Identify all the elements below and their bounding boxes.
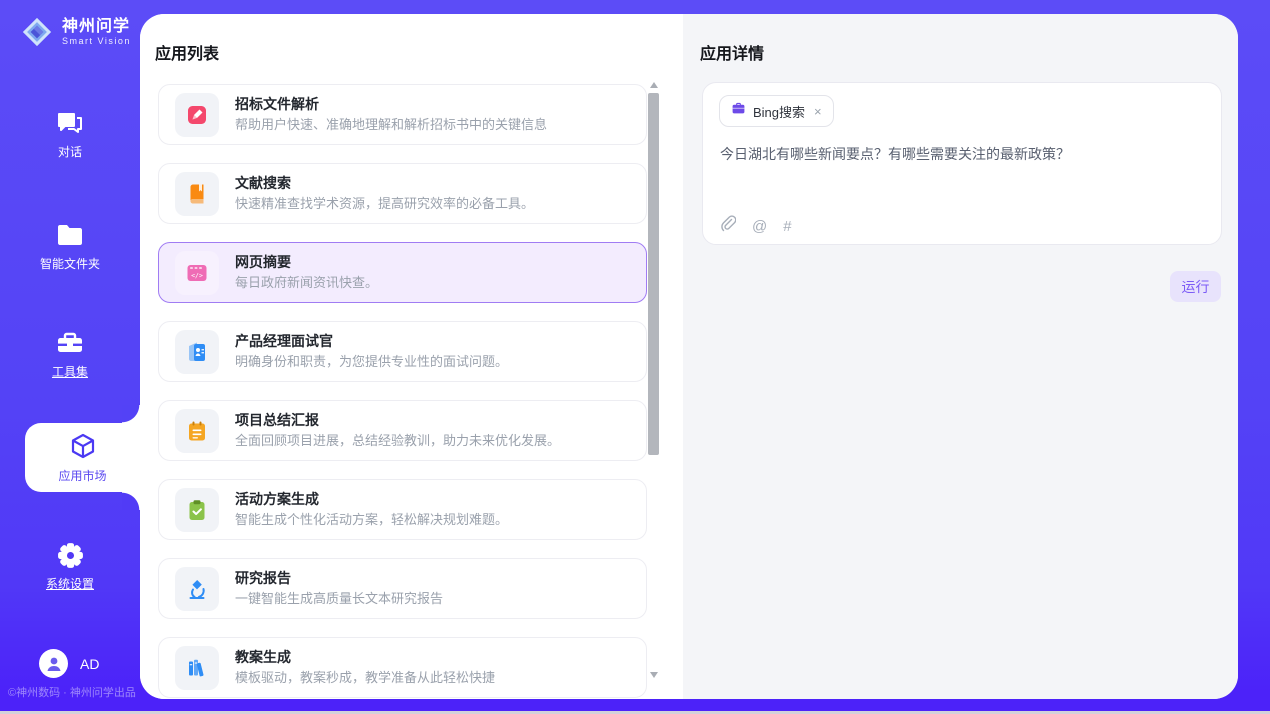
attachment-icon[interactable] <box>720 215 736 238</box>
app-card[interactable]: 研究报告一键智能生成高质量长文本研究报告 <box>158 558 647 619</box>
app-card-description: 明确身份和职责，为您提供专业性的面试问题。 <box>235 355 508 369</box>
app-card-title: 项目总结汇报 <box>235 413 560 428</box>
query-card: Bing搜索 × 今日湖北有哪些新闻要点？有哪些需要关注的最新政策？ @ # <box>702 82 1222 245</box>
app-card-description: 全面回顾项目进展，总结经验教训，助力未来优化发展。 <box>235 434 560 448</box>
run-button[interactable]: 运行 <box>1170 271 1221 302</box>
toolbox-icon <box>0 328 140 358</box>
chip-close-icon[interactable]: × <box>814 104 822 119</box>
brand: 神州问学 Smart Vision <box>20 15 131 49</box>
app-card-texts: 产品经理面试官明确身份和职责，为您提供专业性的面试问题。 <box>235 334 508 369</box>
app-card-texts: 文献搜索快速精准查找学术资源，提高研究效率的必备工具。 <box>235 176 534 211</box>
briefcase-icon <box>731 101 746 121</box>
app-card-texts: 网页摘要每日政府新闻资讯快查。 <box>235 255 378 290</box>
app-list-panel: 应用列表 招标文件解析帮助用户快速、准确地理解和解析招标书中的关键信息文献搜索快… <box>140 14 683 699</box>
main-container: 应用列表 招标文件解析帮助用户快速、准确地理解和解析招标书中的关键信息文献搜索快… <box>140 14 1238 699</box>
interviewer-icon <box>175 330 219 374</box>
app-card-title: 招标文件解析 <box>235 97 547 112</box>
app-card-texts: 招标文件解析帮助用户快速、准确地理解和解析招标书中的关键信息 <box>235 97 547 132</box>
svg-text:</>: </> <box>191 271 203 279</box>
books-icon <box>175 646 219 690</box>
app-card[interactable]: 教案生成模板驱动，教案秒成，教学准备从此轻松快捷 <box>158 637 647 698</box>
input-toolbar: @ # <box>720 215 792 238</box>
edit-square-icon <box>175 93 219 137</box>
folder-icon <box>0 220 140 250</box>
sidebar-item-1[interactable]: 对话 <box>0 108 140 160</box>
user-block[interactable]: AD <box>39 649 99 678</box>
app-card-title: 教案生成 <box>235 650 495 665</box>
book-icon <box>175 172 219 216</box>
avatar[interactable] <box>39 649 68 678</box>
tool-chip-label: Bing搜索 <box>753 102 805 121</box>
web-code-icon: </> <box>175 251 219 295</box>
app-card-title: 产品经理面试官 <box>235 334 508 349</box>
sidebar-item-label: 智能文件夹 <box>0 255 140 272</box>
copyright-footer: ©神州数码 · 神州问学出品 <box>8 684 136 700</box>
brand-logo-icon <box>20 15 54 49</box>
hash-icon[interactable]: # <box>783 218 791 236</box>
app-card-title: 研究报告 <box>235 571 443 586</box>
cube-icon <box>25 432 140 462</box>
brand-name: 神州问学 <box>62 18 131 36</box>
app-card-description: 一键智能生成高质量长文本研究报告 <box>235 592 443 606</box>
app-card-texts: 项目总结汇报全面回顾项目进展，总结经验教训，助力未来优化发展。 <box>235 413 560 448</box>
scrollbar-up-arrow-icon[interactable] <box>650 82 658 88</box>
scrollbar-down-arrow-icon[interactable] <box>650 672 658 678</box>
clipboard-check-icon <box>175 488 219 532</box>
chat-icon <box>0 108 140 138</box>
app-card-description: 帮助用户快速、准确地理解和解析招标书中的关键信息 <box>235 118 547 132</box>
microscope-icon <box>175 567 219 611</box>
sidebar-item-label: 对话 <box>0 143 140 160</box>
app-card-texts: 教案生成模板驱动，教案秒成，教学准备从此轻松快捷 <box>235 650 495 685</box>
app-detail-panel: 应用详情 Bing搜索 × 今日湖北有哪些新闻要点？有哪些需要关注的最新政策？ <box>683 14 1238 699</box>
app-card[interactable]: 文献搜索快速精准查找学术资源，提高研究效率的必备工具。 <box>158 163 647 224</box>
app-card[interactable]: 招标文件解析帮助用户快速、准确地理解和解析招标书中的关键信息 <box>158 84 647 145</box>
app-card-title: 网页摘要 <box>235 255 378 270</box>
app-card-description: 快速精准查找学术资源，提高研究效率的必备工具。 <box>235 197 534 211</box>
notepad-icon <box>175 409 219 453</box>
app-card-description: 智能生成个性化活动方案，轻松解决规划难题。 <box>235 513 508 527</box>
sidebar-item-label: 系统设置 <box>0 575 140 592</box>
tool-chip-bing-search[interactable]: Bing搜索 × <box>719 95 834 127</box>
app-list-title: 应用列表 <box>155 40 219 64</box>
query-text[interactable]: 今日湖北有哪些新闻要点？有哪些需要关注的最新政策？ <box>720 144 1200 164</box>
sidebar: 神州问学 Smart Vision 对话智能文件夹 工具集 应用市场 系统设置 … <box>0 0 140 714</box>
gear-icon <box>0 540 140 570</box>
brand-subtitle: Smart Vision <box>62 36 131 46</box>
user-initials: AD <box>80 656 99 672</box>
app-card[interactable]: </> 网页摘要每日政府新闻资讯快查。 <box>158 242 647 303</box>
sidebar-item-4[interactable]: 应用市场 <box>25 423 140 492</box>
app-card-description: 每日政府新闻资讯快查。 <box>235 276 378 290</box>
app-detail-title: 应用详情 <box>700 40 764 64</box>
scrollbar-thumb[interactable] <box>648 93 659 455</box>
app-card[interactable]: 产品经理面试官明确身份和职责，为您提供专业性的面试问题。 <box>158 321 647 382</box>
sidebar-item-label: 应用市场 <box>25 467 140 484</box>
sidebar-item-label: 工具集 <box>0 363 140 380</box>
sidebar-item-2[interactable]: 智能文件夹 <box>0 220 140 272</box>
app-card[interactable]: 活动方案生成智能生成个性化活动方案，轻松解决规划难题。 <box>158 479 647 540</box>
app-card-title: 文献搜索 <box>235 176 534 191</box>
app-card-texts: 研究报告一键智能生成高质量长文本研究报告 <box>235 571 443 606</box>
app-card-title: 活动方案生成 <box>235 492 508 507</box>
sidebar-item-5[interactable]: 系统设置 <box>0 540 140 592</box>
app-card[interactable]: 项目总结汇报全面回顾项目进展，总结经验教训，助力未来优化发展。 <box>158 400 647 461</box>
app-card-description: 模板驱动，教案秒成，教学准备从此轻松快捷 <box>235 671 495 685</box>
app-card-texts: 活动方案生成智能生成个性化活动方案，轻松解决规划难题。 <box>235 492 508 527</box>
scrollbar[interactable] <box>648 82 660 678</box>
active-tab-fillet-bottom <box>122 492 140 510</box>
sidebar-item-3[interactable]: 工具集 <box>0 328 140 380</box>
app-card-list: 招标文件解析帮助用户快速、准确地理解和解析招标书中的关键信息文献搜索快速精准查找… <box>158 84 647 699</box>
active-tab-fillet-top <box>122 405 140 423</box>
mention-icon[interactable]: @ <box>752 218 767 236</box>
